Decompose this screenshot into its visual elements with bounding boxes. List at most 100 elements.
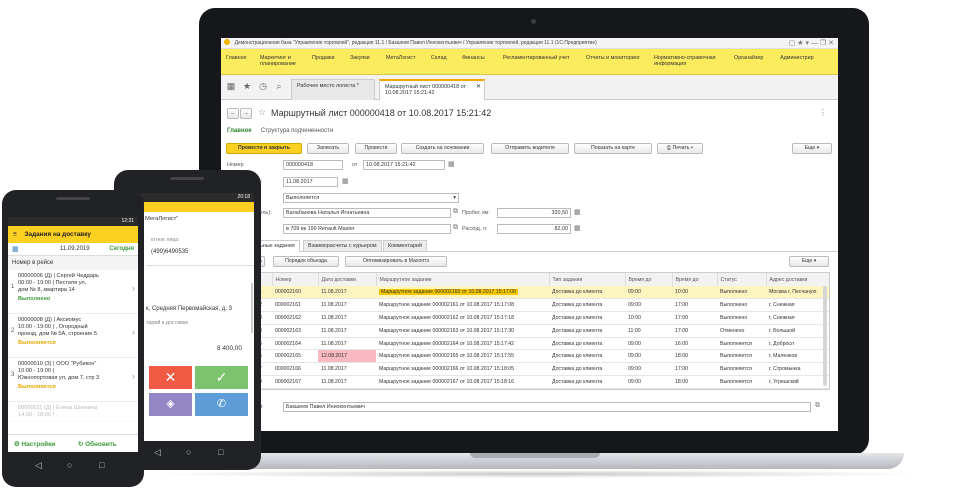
list-item[interactable]: 00000011 (Д) | Елена Шинкина 14:00 - 18:0… [8, 402, 138, 422]
menu-marketing[interactable]: Маркетинг и планирование [255, 49, 307, 74]
more-dots-icon[interactable]: ⋮ [819, 108, 827, 117]
home-icon[interactable]: ○ [67, 460, 72, 470]
menu-regulated[interactable]: Регламентированный учет [498, 49, 581, 74]
list-item[interactable]: 2 00000008 (Д) | Аксиомус 10:00 - 19:00 | … [8, 314, 138, 358]
close-icon[interactable]: ✕ [476, 84, 481, 90]
table-cell: 12.08.2017 [318, 349, 376, 364]
favorite-star-icon[interactable]: ☆ [258, 107, 266, 118]
menu-finance[interactable]: Финансы [457, 49, 498, 74]
table-cell: 11.08.2017 [318, 337, 376, 351]
calendar-icon[interactable]: ▦ [342, 177, 349, 185]
menu-reports[interactable]: Отчеты и мониторинг [581, 49, 649, 74]
map-tile[interactable]: ◈ [149, 393, 192, 416]
forward-button[interactable]: → [240, 108, 252, 119]
menu-reference[interactable]: Нормативно-справочная информация [649, 49, 729, 74]
table-more-button[interactable]: Еще ▾ [789, 256, 829, 267]
post-and-close-button[interactable]: Провести и закрыть [226, 143, 302, 154]
refresh-button[interactable]: ↻ Обновить [78, 440, 117, 448]
number-field[interactable]: 000000418 [283, 160, 343, 170]
cancel-tile[interactable]: ✕ [149, 366, 192, 389]
search-icon[interactable]: ⌕ [272, 79, 286, 93]
item-number: 2 [11, 328, 15, 334]
route-order-button[interactable]: Порядок объезда [273, 256, 339, 267]
calculator-icon[interactable]: ▦ [574, 224, 581, 232]
create-based-button[interactable]: Создать на основании [401, 143, 484, 154]
window-controls[interactable]: ▢ ★ ▾ — ❐ ✕ [789, 38, 834, 48]
save-button[interactable]: Записать [307, 143, 349, 154]
tab-logist-workplace[interactable]: Рабочее место логиста * [291, 79, 375, 100]
list-item[interactable]: 1 00000006 (Д) | Сергей Чеддарь 00:00 - 19… [8, 270, 138, 314]
column-header[interactable]: Номер [272, 273, 319, 286]
subtab-settlements[interactable]: Взаиморасчеты с курьером [303, 240, 382, 252]
apps-grid-icon[interactable]: ▦ [224, 79, 238, 93]
table-row[interactable]: 600000216512.08.2017Маршрутное задание 0… [256, 349, 829, 364]
back-icon[interactable]: ◁ [154, 447, 161, 458]
mileage-field[interactable]: 320,50 [497, 208, 571, 218]
list-item[interactable]: 3 00000010 (З) | ООО "Рубикон" 10:00 - 19:… [8, 358, 138, 402]
confirm-tile[interactable]: ✓ [195, 366, 248, 389]
post-button[interactable]: Провести [355, 143, 397, 154]
vehicle-field[interactable]: в 709 вк 199 Renault Master [283, 224, 451, 234]
table-row[interactable]: 800000216711.08.2017Маршрутное задание 0… [256, 375, 829, 389]
section-menu: Главное Маркетинг и планирование Продажи… [221, 49, 838, 75]
column-header[interactable]: Статус [717, 273, 767, 286]
calendar-icon[interactable]: ▦ [448, 160, 455, 168]
link-structure[interactable]: Структура подчиненности [261, 128, 333, 134]
datetime-field[interactable]: 10.08.2017 15:21:42 [363, 160, 445, 170]
table-row[interactable]: 500000216411.08.2017Маршрутное задание 0… [256, 337, 829, 351]
settings-label: Настройки [21, 441, 56, 448]
column-header[interactable]: Тип задания [549, 273, 626, 286]
open-icon[interactable]: ⧉ [453, 224, 458, 232]
send-driver-button[interactable]: Отправить водителя [491, 143, 569, 154]
delivery-date-field[interactable]: 11.08.2017 [283, 177, 338, 187]
driver-field[interactable]: Валабанова Наталья Игнатьевна [283, 208, 451, 218]
column-header[interactable]: Время до [625, 273, 673, 286]
menu-admin[interactable]: Администрир [775, 49, 825, 74]
menu-main[interactable]: Главное [221, 49, 255, 74]
table-row[interactable]: 700000216611.08.2017Маршрутное задание 0… [256, 362, 829, 377]
responsible-field[interactable]: Бакшеев Павел Иннокентьевич [283, 402, 811, 412]
status-field[interactable]: Выполняется ▾ [283, 193, 459, 203]
calendar-icon[interactable]: ▦ [12, 245, 19, 253]
today-link[interactable]: Сегодня [109, 246, 134, 252]
menu-organizer[interactable]: Органайзер [729, 49, 775, 74]
history-icon[interactable]: ◷ [256, 79, 270, 93]
subtab-tasks[interactable]: ьные задания [255, 240, 300, 252]
hamburger-icon[interactable]: ≡ [13, 231, 17, 238]
back-icon[interactable]: ◁ [35, 460, 42, 471]
column-header[interactable]: Адрес доставки [766, 273, 829, 286]
more-button[interactable]: Еще ▾ [792, 143, 832, 154]
open-icon[interactable]: ⧉ [453, 208, 458, 216]
calculator-icon[interactable]: ▦ [574, 208, 581, 216]
settings-button[interactable]: ⚙ Настройки [14, 440, 55, 448]
phone-number[interactable]: (499)6490535 [151, 249, 188, 255]
show-on-map-button[interactable]: Показать на карте [574, 143, 652, 154]
print-button[interactable]: ⎙ Печать ▾ [657, 143, 703, 154]
menu-sales[interactable]: Продажи [307, 49, 345, 74]
phone-front-screen: 12:31 ≡ Задания на доставку ▦ 11.09.2019… [8, 217, 138, 452]
table-scrollbar[interactable] [823, 286, 827, 386]
link-main[interactable]: Главное [227, 128, 252, 134]
table-row[interactable]: 100000216011.08.2017Маршрутное задание 0… [256, 286, 829, 300]
call-tile[interactable]: ✆ [195, 393, 248, 416]
column-header[interactable]: Время до [672, 273, 718, 286]
subtab-comment[interactable]: Комментарий [383, 240, 427, 252]
table-row[interactable]: 300000216211.08.2017Маршрутное задание 0… [256, 311, 829, 325]
tab-route-sheet[interactable]: Маршрутный лист 000000418 от 10.08.2017 … [379, 79, 485, 100]
column-header[interactable]: Маршрутное задание [376, 273, 550, 286]
menu-warehouse[interactable]: Склад [426, 49, 457, 74]
menu-metalogist[interactable]: МетаЛогист [381, 49, 426, 74]
table-row[interactable]: 300000216311.08.2017Маршрутное задание 0… [256, 324, 829, 338]
optimize-button[interactable]: Оптимизировать в Махоптэ [345, 256, 447, 267]
home-icon[interactable]: ○ [186, 447, 191, 457]
recents-icon[interactable]: □ [99, 460, 104, 470]
recents-icon[interactable]: □ [218, 447, 223, 457]
back-button[interactable]: ← [227, 108, 239, 119]
table-row[interactable]: 200000216111.08.2017Маршрутное задание 0… [256, 298, 829, 313]
table-cell: Маршрутное задание 000002167 от 10.08.20… [376, 375, 549, 389]
favorites-star-icon[interactable]: ★ [240, 79, 254, 93]
menu-purchases[interactable]: Закупки [345, 49, 381, 74]
open-icon[interactable]: ⧉ [815, 402, 820, 410]
column-header[interactable]: Дата доставки [318, 273, 377, 286]
fuel-field[interactable]: 82,00 [497, 224, 571, 234]
